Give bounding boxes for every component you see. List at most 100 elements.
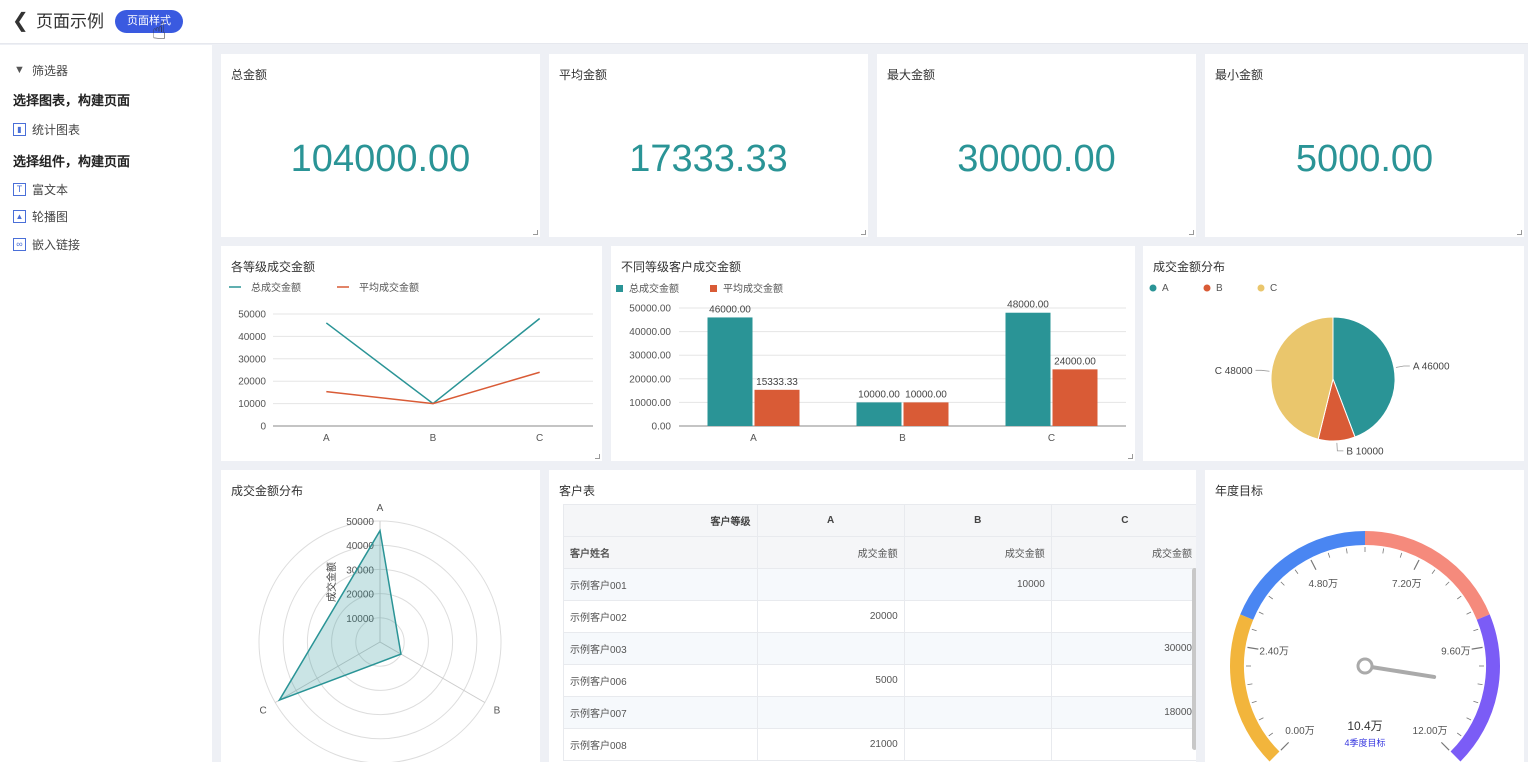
kpi-value: 30000.00: [957, 138, 1116, 180]
y-tick-label: 50000.00: [629, 304, 671, 315]
x-tick-label: B: [430, 433, 437, 444]
legend-marker: [616, 285, 623, 292]
gauge-tick: [1345, 548, 1348, 554]
table-scrollbar[interactable]: [1192, 568, 1196, 750]
data-label: 46000.00: [709, 304, 751, 315]
table-row[interactable]: 示例客户002 20000: [563, 600, 1196, 633]
bar: [903, 402, 949, 426]
amount-cell: [756, 568, 905, 601]
legend-label: 总成交金额: [251, 281, 301, 294]
sidebar-item-carousel[interactable]: ▲ 轮播图: [13, 208, 68, 225]
resize-handle[interactable]: [533, 230, 538, 235]
resize-handle[interactable]: [861, 230, 866, 235]
gauge-tick: [1456, 732, 1462, 737]
x-tick-label: C: [1048, 433, 1055, 444]
indicator-label: C: [259, 706, 266, 717]
y-tick-label: 30000.00: [629, 351, 671, 362]
kpi-card-max[interactable]: 最大金额 30000.00: [877, 54, 1196, 237]
back-icon[interactable]: ❮: [12, 10, 29, 32]
x-tick-label: B: [899, 433, 906, 444]
amount-cell: 21000: [756, 728, 905, 761]
page-style-button[interactable]: 页面样式: [115, 10, 183, 33]
gauge-tick: [1327, 552, 1331, 558]
customer-name-cell: 示例客户006: [563, 664, 758, 697]
gauge-pivot: [1356, 657, 1374, 675]
gauge-tick: [1258, 611, 1264, 615]
data-label: 48000.00: [1007, 300, 1049, 311]
y-tick-label: 40000: [238, 332, 266, 343]
gauge-tick-label: 0.00万: [1285, 726, 1314, 737]
gauge-tick: [1456, 595, 1462, 600]
sidebar: ▼ 筛选器 选择图表，构建页面 ▮ 统计图表 选择组件，构建页面 T 富文本 ▲…: [0, 45, 212, 762]
amount-cell: [903, 600, 1052, 633]
table-row[interactable]: 示例客户006 5000: [563, 664, 1196, 697]
table-row[interactable]: 示例客户007 18000: [563, 696, 1196, 729]
table-row[interactable]: 示例客户003 30000: [563, 632, 1196, 665]
resize-handle[interactable]: [595, 454, 600, 459]
data-label: 15333.33: [756, 377, 798, 388]
sidebar-item-label: 轮播图: [32, 210, 69, 224]
radar-area: [277, 528, 402, 702]
sidebar-item-embed[interactable]: ∞ 嵌入链接: [13, 236, 80, 253]
line-chart-card[interactable]: 各等级成交金额 总成交金额 平均成交金额 0 10000 20000 30000 40000…: [221, 246, 602, 461]
slice-label: A 46000: [1413, 362, 1450, 373]
y-tick-label: 30000: [238, 354, 266, 365]
resize-handle[interactable]: [1128, 454, 1133, 459]
amount-cell: [903, 632, 1052, 665]
legend-marker: [1149, 284, 1157, 292]
y-tick-label: 0.00: [652, 422, 672, 433]
gauge-tick: [1251, 700, 1257, 704]
bar: [856, 402, 902, 426]
header-cell: 客户姓名: [563, 536, 758, 569]
table-row[interactable]: 示例客户001 10000: [563, 568, 1196, 601]
radar-chart-card[interactable]: 成交金额分布 1000020000300004000050000ABC成交金额: [221, 470, 540, 762]
kpi-title: 平均金额: [559, 68, 608, 82]
gauge-tick: [1268, 595, 1274, 600]
legend-label: 平均成交金额: [723, 282, 783, 295]
kpi-card-average[interactable]: 平均金额 17333.33: [549, 54, 868, 237]
header-cell: B: [903, 504, 1052, 537]
legend-marker: [1203, 284, 1211, 292]
gauge-tick: [1310, 559, 1317, 571]
y-tick-label: 20000.00: [629, 374, 671, 385]
pie-chart: A B C A 46000 B 10000 C 48000: [1149, 283, 1450, 457]
filter-item[interactable]: ▼ 筛选器: [13, 62, 68, 79]
table-row[interactable]: 示例客户008 21000: [563, 728, 1196, 761]
bar-chart-icon: ▮: [13, 123, 26, 136]
kpi-card-total[interactable]: 总金额 104000.00: [221, 54, 540, 237]
gauge-card[interactable]: 年度目标 0.00万 2.40万 4.80万 7.20万 9.60万 12.00万 10.4…: [1205, 470, 1524, 762]
y-tick-label: 40000.00: [629, 327, 671, 338]
text-icon: T: [13, 183, 26, 196]
amount-cell: [1050, 728, 1196, 761]
gauge-tick-label: 7.20万: [1392, 579, 1421, 590]
table-title: 客户表: [559, 484, 596, 498]
bar-chart-card[interactable]: 不同等级客户成交金额 总成交金额 平均成交金额 0.00 10000.00 20000.…: [611, 246, 1135, 461]
y-tick-label: 0: [260, 422, 266, 433]
gauge-tick: [1473, 628, 1479, 632]
kpi-card-min[interactable]: 最小金额 5000.00: [1205, 54, 1524, 237]
table-subheader-row: 客户姓名 成交金额 成交金额 成交金额: [563, 536, 1196, 569]
resize-handle[interactable]: [1517, 230, 1522, 235]
gauge-tick: [1294, 569, 1299, 575]
bar: [1052, 369, 1098, 426]
gauge-tick: [1473, 700, 1479, 704]
gauge-tick-label: 12.00万: [1413, 726, 1448, 737]
kpi-title: 总金额: [231, 68, 268, 82]
x-tick-label: A: [323, 433, 330, 444]
gauge-segment: [1240, 531, 1366, 620]
sidebar-item-chart[interactable]: ▮ 统计图表: [13, 121, 80, 138]
sidebar-item-richtext[interactable]: T 富文本: [13, 181, 68, 198]
gauge-tick: [1413, 559, 1420, 571]
section-chart-heading: 选择图表，构建页面: [13, 93, 131, 108]
resize-handle[interactable]: [1189, 230, 1194, 235]
gauge-tick: [1445, 581, 1450, 586]
customer-table-card[interactable]: 客户表 客户等级 A B C 客户姓名 成交金额 成交金额 成交金额 示例客户0…: [549, 470, 1196, 762]
pie-chart-card[interactable]: 成交金额分布 ABCA 46000 B 10000 C 48000: [1143, 246, 1524, 461]
legend-label: B: [1216, 283, 1223, 294]
amount-cell: 30000: [1050, 632, 1196, 665]
x-tick-label: A: [750, 433, 757, 444]
label-line: [1255, 369, 1270, 372]
amount-cell: [756, 696, 905, 729]
link-icon: ∞: [13, 238, 26, 251]
page-title: 页面示例: [36, 12, 104, 31]
